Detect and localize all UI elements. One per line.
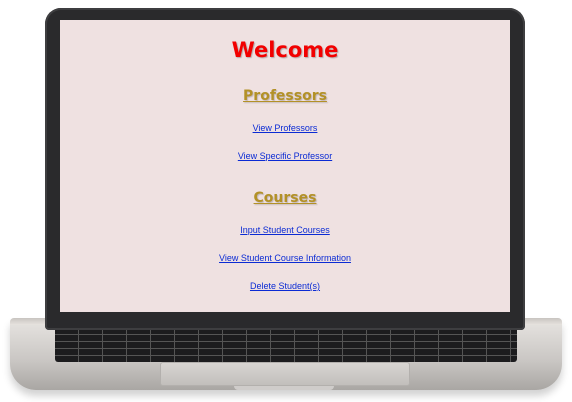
view-student-course-info-row: View Student Course Information xyxy=(60,253,510,263)
courses-heading: Courses xyxy=(60,190,510,206)
front-notch xyxy=(234,386,334,390)
input-student-courses-link[interactable]: Input Student Courses xyxy=(240,225,330,235)
view-specific-professor-row: View Specific Professor xyxy=(60,151,510,161)
professors-heading: Professors xyxy=(60,88,510,104)
laptop-screen: Welcome Professors View Professors View … xyxy=(60,20,510,312)
view-professors-row: View Professors xyxy=(60,123,510,133)
trackpad xyxy=(160,362,410,386)
keyboard xyxy=(55,326,517,362)
input-student-courses-row: Input Student Courses xyxy=(60,225,510,235)
view-specific-professor-link[interactable]: View Specific Professor xyxy=(238,151,332,161)
view-professors-link[interactable]: View Professors xyxy=(253,123,318,133)
delete-students-row: Delete Student(s) xyxy=(60,281,510,291)
professors-heading-label: Professors xyxy=(243,88,327,104)
delete-students-link[interactable]: Delete Student(s) xyxy=(250,281,320,291)
view-student-course-info-link[interactable]: View Student Course Information xyxy=(219,253,351,263)
page-title: Welcome xyxy=(231,38,339,62)
courses-heading-label: Courses xyxy=(253,190,317,206)
